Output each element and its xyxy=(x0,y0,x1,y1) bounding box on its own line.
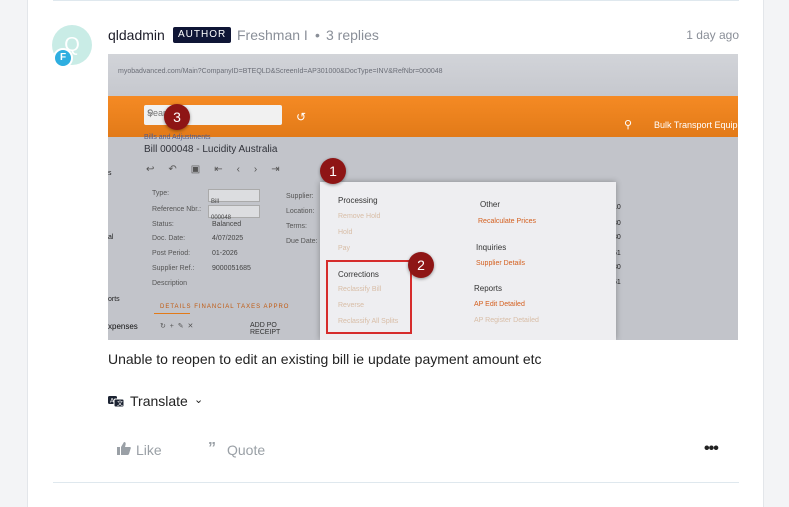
form-label: Due Date: xyxy=(286,238,318,245)
more-options-icon[interactable]: ••• xyxy=(704,440,719,458)
form-value: 4/07/2025 xyxy=(212,235,244,242)
post-timestamp[interactable]: 1 day ago xyxy=(686,28,739,42)
attached-screenshot[interactable]: myobadvanced.com/Main?CompanyID=BTEQLD&S… xyxy=(108,54,738,340)
header-search-icon: ⚲ xyxy=(624,119,633,131)
separator-dot: • xyxy=(315,27,320,43)
menu-heading: Other xyxy=(480,200,501,209)
form-label: Doc. Date: xyxy=(152,235,186,242)
translate-button[interactable]: Translate xyxy=(130,393,188,409)
menu-item: Hold xyxy=(338,229,353,236)
menu-heading: Reports xyxy=(474,284,503,293)
annotation-marker: 2 xyxy=(408,252,434,278)
form-label: Terms: xyxy=(286,223,307,230)
form-field: Bill xyxy=(208,189,260,205)
post-card: Q F qldadmin AUTHOR Freshman I • 3 repli… xyxy=(27,0,764,507)
form-label: Type: xyxy=(152,190,170,197)
search-icon: ⚲ xyxy=(147,108,154,118)
annotation-marker: 3 xyxy=(164,104,190,130)
quote-button[interactable]: Quote xyxy=(227,442,265,458)
grid-toolbar: ↻ + ✎ ✕ ADD PO RECEIPT xyxy=(160,322,281,336)
form-label: Supplier Ref.: xyxy=(152,265,195,272)
menu-item: Pay xyxy=(338,245,351,252)
user-rank: Freshman I xyxy=(237,27,308,43)
menu-item: AP Edit Detailed xyxy=(474,301,525,308)
post-body: Unable to reopen to edit an existing bil… xyxy=(108,351,542,367)
browser-url-bar: myobadvanced.com/Main?CompanyID=BTEQLD&S… xyxy=(108,54,738,96)
divider xyxy=(53,0,739,1)
form-value: Balanced xyxy=(212,221,242,228)
side-label: al xyxy=(108,234,114,241)
form-tabs: DETAILS FINANCIAL TAXES APPRO xyxy=(160,304,290,310)
menu-item: Remove Hold xyxy=(338,213,381,220)
thumbs-up-icon[interactable] xyxy=(117,442,131,458)
document-title: Bill 000048 - Lucidity Australia xyxy=(144,144,278,155)
chevron-down-icon[interactable]: ⌄ xyxy=(194,393,203,406)
form-value: 9000051685 xyxy=(212,265,251,272)
form-value: 01-2026 xyxy=(212,250,238,257)
form-label: Status: xyxy=(152,221,174,228)
side-label: xpenses xyxy=(108,322,138,331)
side-label: orts xyxy=(108,296,120,303)
annotation-marker: 1 xyxy=(320,158,346,184)
menu-item: Supplier Details xyxy=(476,260,526,267)
quote-icon[interactable]: ” xyxy=(208,440,216,458)
svg-text:文: 文 xyxy=(117,400,123,408)
author-badge: AUTHOR xyxy=(173,27,232,43)
history-icon: ↺ xyxy=(296,110,307,124)
form-label: Reference Nbr.: xyxy=(152,206,202,213)
tab-underline xyxy=(154,313,190,314)
like-button[interactable]: Like xyxy=(136,442,162,458)
add-po-receipt: ADD PO RECEIPT xyxy=(250,322,281,336)
menu-heading: Processing xyxy=(338,196,378,205)
company-name: Bulk Transport Equip xyxy=(654,120,738,130)
translate-icon[interactable]: A 文 xyxy=(108,395,125,409)
rank-letter: F xyxy=(59,52,67,63)
form-label: Post Period: xyxy=(152,250,191,257)
form-label: Supplier: xyxy=(286,193,314,200)
username-link[interactable]: qldadmin xyxy=(108,27,165,43)
highlight-box xyxy=(326,260,412,334)
breadcrumb: Bills and Adjustments xyxy=(144,134,211,141)
divider xyxy=(53,482,739,483)
menu-item: AP Register Detailed xyxy=(474,317,539,324)
toolbar-icons: ↩↶▣⇤‹›⇥ xyxy=(146,164,294,175)
form-label: Location: xyxy=(286,208,315,215)
reply-count: 3 replies xyxy=(326,27,379,43)
form-label: Description xyxy=(152,280,188,287)
url-text: myobadvanced.com/Main?CompanyID=BTEQLD&S… xyxy=(118,68,443,75)
form-field: 000048 xyxy=(208,205,260,221)
side-label: s xyxy=(108,170,112,177)
rank-badge-icon: F xyxy=(53,48,73,68)
menu-item: Recalculate Prices xyxy=(478,218,536,225)
menu-heading: Inquiries xyxy=(476,243,507,252)
